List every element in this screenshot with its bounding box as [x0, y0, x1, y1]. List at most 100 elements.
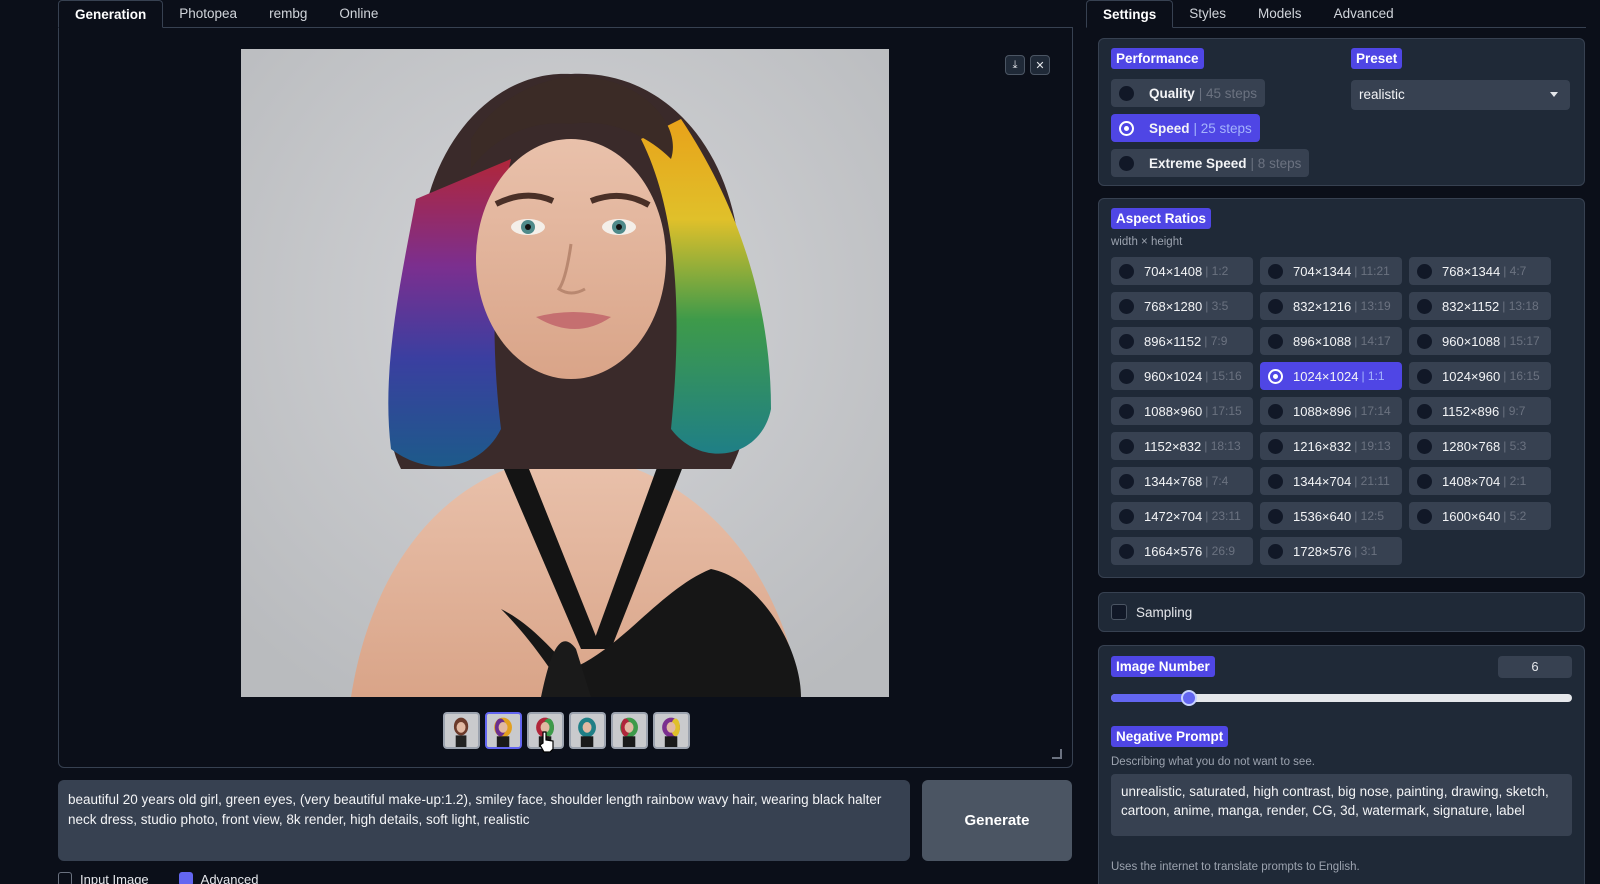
thumbnail[interactable]: [569, 712, 606, 749]
aspect-ratio-option[interactable]: 832×1216 | 13:19: [1260, 292, 1402, 320]
input-image-checkbox[interactable]: Input Image: [58, 872, 149, 884]
aspect-ratio-option[interactable]: 1472×704 | 23:11: [1111, 502, 1253, 530]
tab-photopea[interactable]: Photopea: [163, 0, 253, 28]
aspect-ratios-label: Aspect Ratios: [1111, 208, 1212, 229]
radio-icon: [1119, 298, 1134, 314]
aspect-ratio-option[interactable]: 832×1152 | 13:18: [1409, 292, 1551, 320]
negative-prompt-input[interactable]: unrealistic, saturated, high contrast, b…: [1111, 774, 1572, 836]
prompt-input[interactable]: beautiful 20 years old girl, green eyes,…: [58, 780, 910, 861]
settings-tab-bar: Settings Styles Models Advanced: [1086, 0, 1586, 28]
preset-select[interactable]: realistic: [1351, 80, 1570, 110]
radio-icon: [1268, 298, 1283, 314]
aspect-ratio-option[interactable]: 1088×960 | 17:15: [1111, 397, 1253, 425]
performance-quality-option[interactable]: Quality | 45 steps: [1111, 79, 1266, 107]
aspect-ratio-option[interactable]: 768×1280 | 3:5: [1111, 292, 1253, 320]
aspect-ratio-option[interactable]: 1280×768 | 5:3: [1409, 432, 1551, 460]
checkbox-checked-icon: [178, 872, 193, 884]
radio-icon: [1119, 403, 1134, 419]
aspect-ratio-option[interactable]: 1344×768 | 7:4: [1111, 467, 1253, 495]
tab-rembg[interactable]: rembg: [253, 0, 323, 28]
aspect-ratios-hint: width × height: [1111, 236, 1183, 248]
advanced-checkbox[interactable]: Advanced: [178, 872, 258, 884]
thumbnail-strip: [443, 712, 690, 749]
radio-selected-icon: [1119, 120, 1134, 136]
aspect-ratio-option[interactable]: 960×1024 | 15:16: [1111, 362, 1253, 390]
radio-icon: [1417, 438, 1432, 454]
thumbnail[interactable]: [485, 712, 522, 749]
aspect-ratio-option[interactable]: 1152×896 | 9:7: [1409, 397, 1551, 425]
download-icon[interactable]: ⤓: [1005, 55, 1025, 75]
radio-icon: [1417, 473, 1432, 489]
aspect-ratio-option[interactable]: 1024×960 | 16:15: [1409, 362, 1551, 390]
aspect-ratio-option[interactable]: 704×1408 | 1:2: [1111, 257, 1253, 285]
radio-icon: [1417, 368, 1432, 384]
checkbox-icon: [58, 872, 72, 884]
image-gallery: ⤓ ✕: [58, 28, 1073, 768]
image-number-label: Image Number: [1111, 656, 1215, 677]
performance-speed-option[interactable]: Speed | 25 steps: [1111, 114, 1260, 142]
thumbnail[interactable]: [653, 712, 690, 749]
thumbnail[interactable]: [611, 712, 648, 749]
portrait-illustration: [241, 49, 889, 697]
radio-icon: [1268, 508, 1283, 524]
radio-icon: [1268, 403, 1283, 419]
resize-handle-icon[interactable]: [1052, 749, 1062, 759]
slider-handle[interactable]: [1181, 690, 1198, 706]
aspect-ratio-option[interactable]: 1152×832 | 18:13: [1111, 432, 1253, 460]
radio-icon: [1417, 403, 1432, 419]
aspect-ratio-option[interactable]: 896×1088 | 14:17: [1260, 327, 1402, 355]
thumbnail[interactable]: [443, 712, 480, 749]
tab-advanced[interactable]: Advanced: [1318, 0, 1410, 28]
generate-button[interactable]: Generate: [922, 780, 1072, 861]
radio-icon: [1119, 508, 1134, 524]
close-icon[interactable]: ✕: [1030, 55, 1050, 75]
aspect-ratio-option[interactable]: 1536×640 | 12:5: [1260, 502, 1402, 530]
aspect-ratio-option[interactable]: 1408×704 | 2:1: [1409, 467, 1551, 495]
image-number-input[interactable]: 6: [1498, 656, 1572, 678]
tab-styles[interactable]: Styles: [1173, 0, 1242, 28]
aspect-ratio-option[interactable]: 1664×576 | 26:9: [1111, 537, 1253, 565]
image-number-slider[interactable]: [1111, 690, 1572, 706]
aspect-ratio-option[interactable]: 960×1088 | 15:17: [1409, 327, 1551, 355]
radio-icon: [1417, 333, 1432, 349]
tab-online[interactable]: Online: [323, 0, 394, 28]
tab-models[interactable]: Models: [1242, 0, 1318, 28]
radio-icon: [1268, 438, 1283, 454]
radio-icon: [1119, 263, 1134, 279]
sampling-checkbox[interactable]: Sampling: [1111, 604, 1192, 620]
radio-icon: [1119, 473, 1134, 489]
tab-settings[interactable]: Settings: [1086, 0, 1174, 28]
radio-icon: [1119, 155, 1134, 171]
performance-extreme-speed-option[interactable]: Extreme Speed | 8 steps: [1111, 149, 1310, 177]
radio-icon: [1268, 543, 1283, 559]
main-tab-bar: Generation Photopea rembg Online: [58, 0, 1073, 28]
generated-image[interactable]: [241, 49, 889, 697]
radio-icon: [1119, 85, 1134, 101]
negative-prompt-label: Negative Prompt: [1111, 726, 1229, 747]
performance-label: Performance: [1111, 48, 1204, 69]
aspect-ratio-option[interactable]: 1024×1024 | 1:1: [1260, 362, 1402, 390]
aspect-ratio-option[interactable]: 768×1344 | 4:7: [1409, 257, 1551, 285]
tab-generation[interactable]: Generation: [58, 0, 164, 28]
aspect-ratio-option[interactable]: 1600×640 | 5:2: [1409, 502, 1551, 530]
radio-icon: [1417, 263, 1432, 279]
aspect-ratios-panel: Aspect Ratios width × height 704×1408 | 1…: [1098, 198, 1585, 578]
hand-cursor-icon: [539, 731, 554, 753]
slider-fill: [1111, 694, 1190, 702]
radio-icon: [1417, 508, 1432, 524]
aspect-ratio-option[interactable]: 1728×576 | 3:1: [1260, 537, 1402, 565]
radio-icon: [1119, 368, 1134, 384]
radio-icon: [1268, 263, 1283, 279]
preset-label: Preset: [1351, 48, 1403, 69]
radio-icon: [1268, 333, 1283, 349]
aspect-ratio-option[interactable]: 896×1152 | 7:9: [1111, 327, 1253, 355]
radio-icon: [1268, 473, 1283, 489]
aspect-ratio-option[interactable]: 1344×704 | 21:11: [1260, 467, 1402, 495]
image-settings-panel: Image Number 6 Negative Prompt Describin…: [1098, 645, 1585, 884]
radio-selected-icon: [1268, 368, 1283, 384]
aspect-ratio-option[interactable]: 1088×896 | 17:14: [1260, 397, 1402, 425]
radio-icon: [1119, 333, 1134, 349]
radio-icon: [1119, 543, 1134, 559]
aspect-ratio-option[interactable]: 704×1344 | 11:21: [1260, 257, 1402, 285]
aspect-ratio-option[interactable]: 1216×832 | 19:13: [1260, 432, 1402, 460]
